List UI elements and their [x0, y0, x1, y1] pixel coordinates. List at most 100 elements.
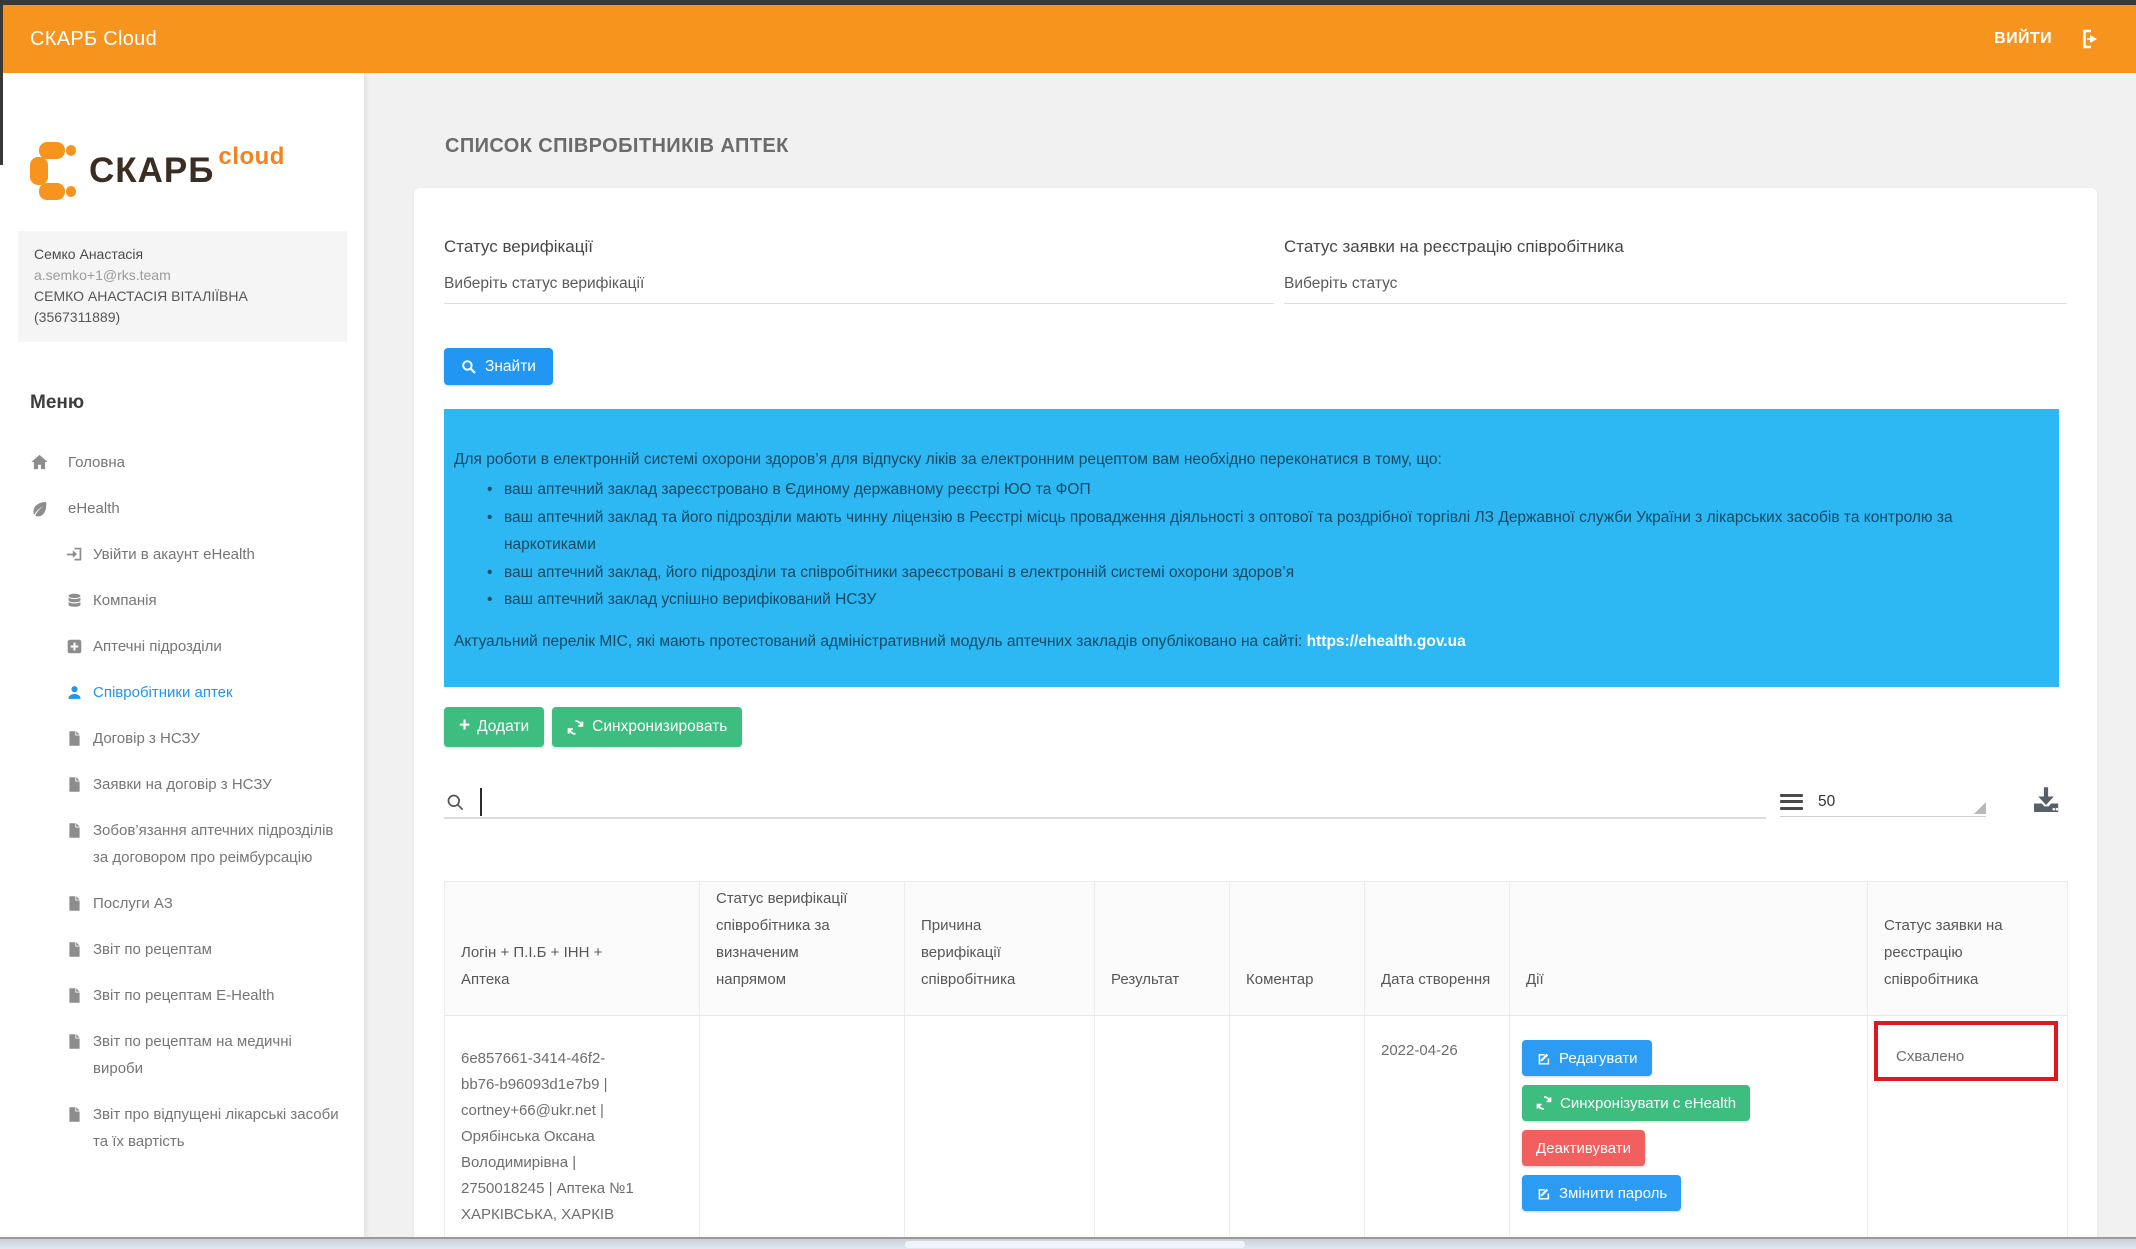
page-title: СПИСОК СПІВРОБІТНИКІВ АПТЕК: [445, 135, 2136, 158]
edit-button[interactable]: Редагувати: [1522, 1040, 1652, 1076]
menu-title: Меню: [30, 392, 364, 414]
list-controls: 50: [444, 787, 2067, 819]
sync-button-label: Синхронизировать: [592, 718, 727, 736]
change-password-button[interactable]: Змінити пароль: [1522, 1175, 1681, 1211]
sidebar-item-label: Звіт по рецептам: [93, 936, 212, 963]
filters-row: Статус верифікації Виберіть статус вериф…: [444, 237, 2067, 304]
notice-footer-text: Актуальний перелік МІС, які мають протес…: [454, 633, 1307, 650]
sync-icon: [567, 719, 584, 736]
notice-bullet-list: ваш аптечний заклад зареєстровано в Єдин…: [454, 476, 2029, 614]
sidebar-item-label: Співробітники аптек: [93, 679, 233, 706]
notice-bullet: ваш аптечний заклад, його підрозділи та …: [454, 559, 2029, 587]
page-size-select[interactable]: 50: [1780, 787, 1986, 817]
sidebar-item-company[interactable]: Компанія: [0, 578, 364, 624]
user-email: a.semko+1@rks.team: [34, 265, 331, 286]
status-value: Схвалено: [1896, 1048, 1964, 1065]
notice-bullet: ваш аптечний заклад успішно верифіковани…: [454, 586, 2029, 614]
app-title: СКАРБ Cloud: [30, 28, 157, 51]
ehealth-site-link[interactable]: https://ehealth.gov.ua: [1307, 633, 1466, 650]
scrollbar-thumb[interactable]: [905, 1241, 1245, 1248]
sidebar-item-prescription-report-ehealth[interactable]: Звіт по рецептам E-Health: [0, 973, 364, 1019]
column-login: Логін + П.І.Б + ІНН + Аптека: [445, 882, 700, 1016]
sidebar: СКАРБ cloud Семко Анастасія a.semko+1@rk…: [0, 73, 364, 1237]
horizontal-scrollbar[interactable]: [0, 1237, 2136, 1249]
sidebar-item-label: Аптечні підрозділи: [93, 633, 222, 660]
sidebar-item-nszu-contract-requests[interactable]: Заявки на договір з НСЗУ: [0, 762, 364, 808]
column-created-date: Дата створення: [1365, 882, 1510, 1016]
synchronize-button[interactable]: Синхронизировать: [552, 707, 742, 747]
verification-status-label: Статус верифікації: [444, 237, 1274, 257]
sidebar-item-ehealth[interactable]: eHealth: [0, 486, 364, 532]
notice-intro: Для роботи в електронній системі охорони…: [454, 447, 2029, 473]
sidebar-item-label: eHealth: [68, 495, 120, 522]
request-status-label: Статус заявки на реєстрацію співробітник…: [1284, 237, 2067, 257]
download-icon[interactable]: [2029, 783, 2063, 817]
sidebar-item-dispensed-drugs-report[interactable]: Звіт про відпущені лікарські засоби та ї…: [0, 1092, 364, 1165]
column-comment: Коментар: [1230, 882, 1365, 1016]
notice-bullet: ваш аптечний заклад та його підрозділи м…: [454, 504, 2029, 559]
deactivate-button[interactable]: Деактивувати: [1522, 1130, 1645, 1166]
sidebar-item-label: Зобов’язання аптечних підрозділів за дог…: [93, 817, 344, 871]
logo-cloud-text: cloud: [218, 143, 285, 171]
sidebar-item-nszu-contract[interactable]: Договір з НСЗУ: [0, 716, 364, 762]
verification-status-select[interactable]: Виберіть статус верифікації: [444, 275, 1274, 304]
table-toolbar: + Додати Синхронизировать: [444, 707, 2067, 747]
column-actions: Дії: [1510, 882, 1868, 1016]
edit-icon: [1536, 1186, 1551, 1201]
table-row: 6e857661-3414-46f2-bb76-b96093d1e7b9 | c…: [445, 1016, 2068, 1238]
home-icon: [30, 453, 49, 472]
file-icon: [66, 776, 83, 793]
sidebar-item-label: Послуги АЗ: [93, 890, 173, 917]
plus-icon: +: [459, 715, 470, 737]
sidebar-item-pharmacy-staff[interactable]: Співробітники аптек: [0, 670, 364, 716]
add-button[interactable]: + Додати: [444, 707, 544, 747]
logo-text: СКАРБ: [89, 151, 214, 191]
file-icon: [66, 822, 83, 839]
sidebar-item-label: Звіт по рецептам E-Health: [93, 982, 275, 1009]
sidebar-item-medical-devices-report[interactable]: Звіт по рецептам на медичні вироби: [0, 1019, 364, 1092]
sidebar-item-label: Увійти в акаунт eHealth: [93, 541, 255, 568]
sidebar-item-label: Договір з НСЗУ: [93, 725, 200, 752]
file-icon: [66, 987, 83, 1004]
user-full-name: СЕМКО АНАСТАСІЯ ВІТАЛІЇВНА: [34, 286, 331, 307]
sidebar-item-label: Звіт про відпущені лікарські засоби та ї…: [93, 1101, 344, 1155]
cell-request-status: Схвалено: [1868, 1016, 2068, 1238]
search-input[interactable]: [444, 787, 1766, 819]
sidebar-item-label: Заявки на договір з НСЗУ: [93, 771, 272, 798]
cell-verification-status: [700, 1016, 905, 1238]
sidebar-item-az-services[interactable]: Послуги АЗ: [0, 881, 364, 927]
file-icon: [66, 1033, 83, 1050]
list-icon: [1780, 794, 1803, 810]
logout-button[interactable]: ВИЙТИ: [1994, 30, 2052, 48]
leaf-icon: [30, 499, 49, 518]
table-header-row: Логін + П.І.Б + ІНН + Аптека Статус вери…: [445, 882, 2068, 1016]
sync-icon: [1536, 1095, 1552, 1111]
user-icon: [66, 684, 83, 701]
app-logo[interactable]: СКАРБ cloud: [30, 137, 364, 205]
content-card: Статус верифікації Виберіть статус вериф…: [414, 188, 2097, 1237]
page-size-value: 50: [1818, 793, 1835, 811]
user-name: Семко Анастасія: [34, 244, 331, 265]
sign-out-icon[interactable]: [2078, 27, 2102, 51]
cell-verification-reason: [905, 1016, 1095, 1238]
find-button[interactable]: Знайти: [444, 348, 553, 385]
user-phone: (3567311889): [34, 307, 331, 328]
sidebar-menu: Головна eHealth Увійти в акаунт eHealth …: [0, 440, 364, 1165]
sidebar-item-home[interactable]: Головна: [0, 440, 364, 486]
file-icon: [66, 895, 83, 912]
sidebar-item-reimbursement-obligations[interactable]: Зобов’язання аптечних підрозділів за дог…: [0, 808, 364, 881]
sidebar-item-pharmacy-units[interactable]: Аптечні підрозділи: [0, 624, 364, 670]
search-icon: [461, 359, 477, 375]
column-verification-reason: Причина верифікації співробітника: [905, 882, 1095, 1016]
request-status-select[interactable]: Виберіть статус: [1284, 275, 2067, 304]
sidebar-item-label: Компанія: [93, 587, 157, 614]
sidebar-item-prescription-report[interactable]: Звіт по рецептам: [0, 927, 364, 973]
cell-actions: Редагувати Синхронізувати с eHealth Деак…: [1510, 1016, 1868, 1238]
find-button-label: Знайти: [485, 358, 536, 376]
employees-table: Логін + П.І.Б + ІНН + Аптека Статус вери…: [444, 881, 2068, 1237]
search-icon: [446, 793, 465, 812]
window-top-edge: [0, 0, 2136, 5]
database-icon: [66, 592, 83, 609]
sidebar-item-ehealth-login[interactable]: Увійти в акаунт eHealth: [0, 532, 364, 578]
sync-ehealth-button[interactable]: Синхронізувати с eHealth: [1522, 1085, 1750, 1121]
